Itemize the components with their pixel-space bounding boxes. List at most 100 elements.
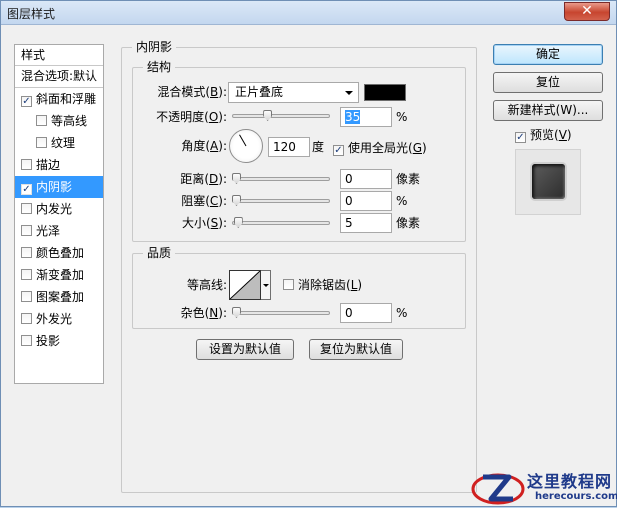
style-item-label: 渐变叠加 (36, 268, 85, 282)
blend-options-item[interactable]: 混合选项:默认 (15, 66, 103, 88)
size-slider[interactable] (232, 221, 330, 225)
preview-swatch (532, 164, 565, 199)
style-item[interactable]: 图案叠加 (15, 286, 103, 308)
style-item[interactable]: 纹理 (15, 132, 103, 154)
close-icon: ✕ (581, 3, 593, 19)
opacity-slider[interactable] (232, 114, 330, 118)
checkbox-icon[interactable] (21, 335, 32, 346)
distance-label: 距离(D): (180, 172, 227, 186)
choke-slider[interactable] (232, 199, 330, 203)
choke-input[interactable]: 0 (340, 191, 392, 211)
distance-slider[interactable] (232, 177, 330, 181)
style-item[interactable]: ✓ 内阴影 (15, 176, 103, 198)
quality-title: 品质 (143, 246, 176, 260)
structure-title: 结构 (143, 60, 176, 74)
chevron-down-icon (345, 91, 353, 95)
checkbox-icon[interactable] (21, 225, 32, 236)
shadow-color-swatch[interactable] (364, 84, 406, 101)
style-preview-thumbnail (515, 149, 581, 215)
choke-label: 阻塞(C): (181, 194, 227, 208)
angle-label: 角度(A): (181, 139, 227, 153)
reset-default-button[interactable]: 复位为默认值 (309, 339, 403, 360)
style-item[interactable]: 等高线 (15, 110, 103, 132)
angle-input[interactable]: 120 (268, 137, 310, 157)
style-item-label: 斜面和浮雕 (36, 92, 97, 106)
style-item-label: 投影 (36, 334, 61, 348)
checkbox-icon[interactable] (21, 203, 32, 214)
noise-input[interactable]: 0 (340, 303, 392, 323)
style-item[interactable]: 投影 (15, 330, 103, 352)
site-watermark: 这里教程网 herecours.com (469, 467, 617, 508)
blend-mode-value: 正片叠底 (235, 85, 284, 99)
checkbox-icon[interactable]: ✓ (21, 96, 32, 107)
distance-input[interactable]: 0 (340, 169, 392, 189)
angle-dial[interactable] (229, 129, 263, 163)
style-item-label: 外发光 (36, 312, 73, 326)
style-item[interactable]: 内发光 (15, 198, 103, 220)
anti-alias-checkbox[interactable]: 消除锯齿(L) (283, 277, 362, 293)
checkbox-icon: ✓ (333, 145, 344, 156)
angle-unit: 度 (312, 140, 325, 154)
window-title: 图层样式 (7, 7, 56, 21)
noise-label: 杂色(N): (180, 306, 227, 320)
size-label: 大小(S): (181, 216, 227, 230)
watermark-cn-text: 这里教程网 (527, 472, 613, 491)
layer-style-dialog: 图层样式 ✕ 样式 混合选项:默认 ✓ 斜面和浮雕等高线纹理描边 ✓ 内阴影内发光光泽… (0, 0, 617, 507)
style-item-label: 内发光 (36, 202, 73, 216)
checkbox-icon[interactable] (21, 247, 32, 258)
global-light-checkbox[interactable]: ✓ 使用全局光(G) (333, 140, 427, 156)
style-list-header[interactable]: 样式 (15, 45, 103, 66)
checkbox-icon[interactable] (21, 291, 32, 302)
style-item[interactable]: 外发光 (15, 308, 103, 330)
checkbox-icon[interactable] (36, 115, 47, 126)
style-list: 样式 混合选项:默认 ✓ 斜面和浮雕等高线纹理描边 ✓ 内阴影内发光光泽颜色叠加渐变叠… (14, 44, 104, 384)
opacity-label: 不透明度(O): (156, 110, 227, 124)
checkbox-icon[interactable] (21, 269, 32, 280)
style-item-label: 描边 (36, 158, 61, 172)
close-button[interactable]: ✕ (564, 2, 610, 21)
style-item-label: 光泽 (36, 224, 61, 238)
checkbox-icon[interactable] (36, 137, 47, 148)
site-logo-icon (471, 473, 525, 505)
style-item-label: 图案叠加 (36, 290, 85, 304)
style-item-label: 纹理 (51, 136, 76, 150)
style-item[interactable]: 光泽 (15, 220, 103, 242)
preview-checkbox[interactable]: ✓ 预览(V) (515, 127, 572, 143)
opacity-unit: % (396, 110, 408, 124)
watermark-en-text: herecours.com (535, 491, 617, 502)
checkbox-icon: ✓ (515, 132, 526, 143)
make-default-button[interactable]: 设置为默认值 (196, 339, 294, 360)
distance-unit: 像素 (396, 172, 421, 186)
noise-unit: % (396, 306, 408, 320)
style-item[interactable]: 描边 (15, 154, 103, 176)
style-item-label: 内阴影 (36, 180, 73, 194)
blend-mode-select[interactable]: 正片叠底 (228, 82, 359, 103)
style-item-label: 等高线 (51, 114, 88, 128)
checkbox-icon[interactable]: ✓ (21, 184, 32, 195)
dialog-body: 样式 混合选项:默认 ✓ 斜面和浮雕等高线纹理描边 ✓ 内阴影内发光光泽颜色叠加渐变叠… (7, 30, 610, 502)
style-item[interactable]: 渐变叠加 (15, 264, 103, 286)
style-items: ✓ 斜面和浮雕等高线纹理描边 ✓ 内阴影内发光光泽颜色叠加渐变叠加图案叠加外发光投影 (15, 88, 103, 352)
size-unit: 像素 (396, 216, 421, 230)
reset-button[interactable]: 复位 (493, 72, 603, 93)
ok-button[interactable]: 确定 (493, 44, 603, 65)
blend-mode-label: 混合模式(B): (157, 85, 227, 99)
contour-dropdown-button[interactable] (261, 270, 271, 300)
choke-unit: % (396, 194, 408, 208)
angle-needle-icon (239, 134, 247, 147)
style-item[interactable]: ✓ 斜面和浮雕 (15, 88, 103, 110)
style-item[interactable]: 颜色叠加 (15, 242, 103, 264)
style-item-label: 颜色叠加 (36, 246, 85, 260)
checkbox-icon[interactable] (21, 313, 32, 324)
contour-label: 等高线: (186, 278, 227, 292)
inner-shadow-title: 内阴影 (132, 40, 177, 54)
size-input[interactable]: 5 (340, 213, 392, 233)
checkbox-icon (283, 279, 294, 290)
contour-picker[interactable] (229, 270, 261, 300)
new-style-button[interactable]: 新建样式(W)... (493, 100, 603, 121)
noise-slider[interactable] (232, 311, 330, 315)
title-bar[interactable]: 图层样式 ✕ (1, 1, 616, 25)
opacity-input[interactable]: 35 (340, 107, 392, 127)
checkbox-icon[interactable] (21, 159, 32, 170)
contour-curve-icon (229, 270, 261, 300)
